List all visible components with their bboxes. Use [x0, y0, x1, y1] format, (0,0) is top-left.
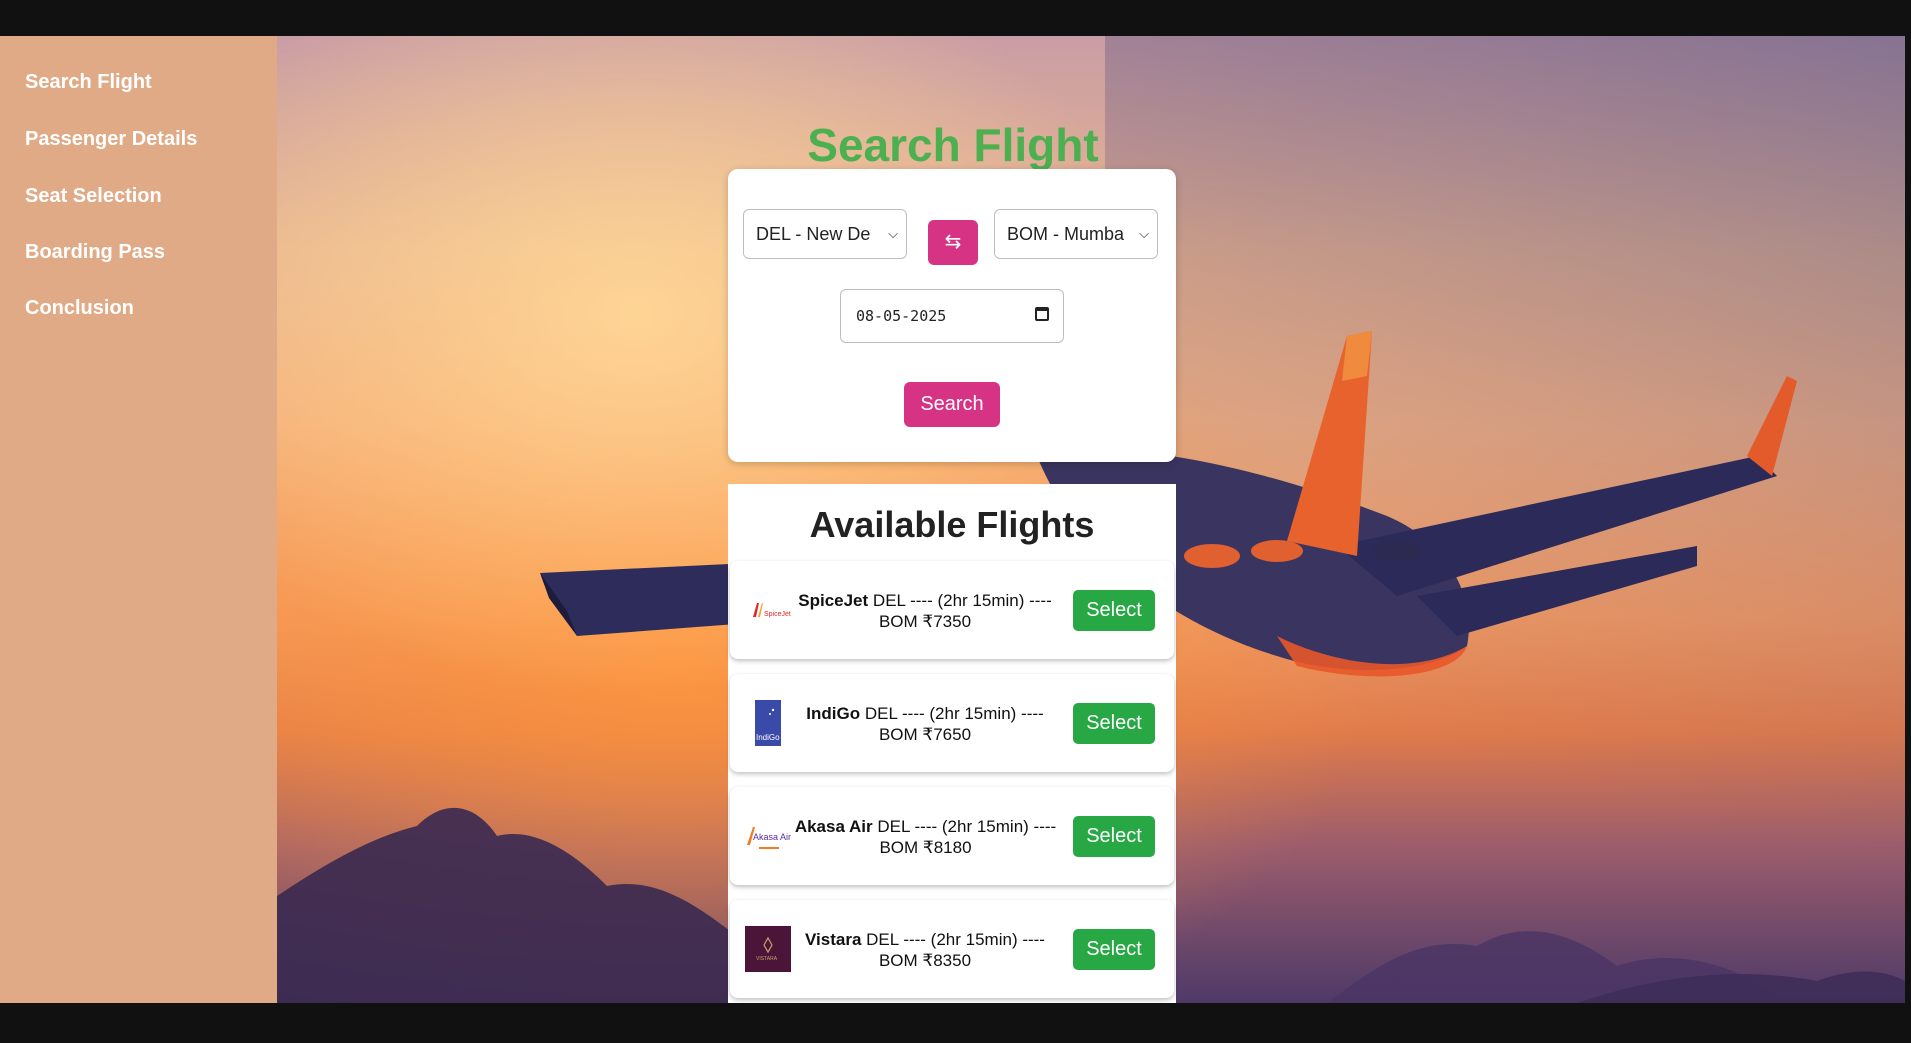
select-flight-button[interactable]: Select [1073, 703, 1155, 744]
flight-card-akasa-air: Akasa Air Akasa Air DEL ---- (2hr 15min)… [730, 787, 1174, 885]
airline-name: IndiGo [806, 704, 861, 723]
flight-route: DEL ---- (2hr 15min) ---- [877, 817, 1057, 836]
travel-date-value: 08-05-2025 [856, 307, 947, 325]
indigo-logo: IndiGo [755, 700, 781, 746]
chevron-down-icon: ⌵ [888, 226, 898, 241]
flight-destination: BOM [878, 951, 918, 970]
flight-card-spicejet: SpiceJet SpiceJet DEL ---- (2hr 15min) -… [730, 561, 1174, 659]
flight-price: ₹7650 [922, 725, 972, 744]
search-button[interactable]: Search [904, 382, 1000, 427]
calendar-icon[interactable] [1035, 307, 1049, 321]
sidebar-item-search-flight[interactable]: Search Flight [25, 71, 152, 94]
flight-price: ₹8180 [922, 838, 972, 857]
flight-info-vistara: Vistara DEL ---- (2hr 15min) ---- BOM ₹8… [790, 929, 1060, 971]
origin-select[interactable]: DEL - New De ⌵ [743, 209, 907, 259]
svg-text:IndiGo: IndiGo [756, 733, 780, 742]
flight-info-akasa-air: Akasa Air DEL ---- (2hr 15min) ---- BOM … [788, 816, 1063, 858]
flight-route: DEL ---- (2hr 15min) ---- [866, 930, 1045, 949]
destination-select[interactable]: BOM - Mumba ⌵ [994, 209, 1158, 259]
svg-text:SpiceJet: SpiceJet [764, 611, 791, 618]
flight-card-indigo: IndiGo IndiGo DEL ---- (2hr 15min) ---- … [730, 674, 1174, 772]
sidebar-item-passenger-details[interactable]: Passenger Details [25, 128, 197, 151]
flight-price: ₹8350 [922, 951, 972, 970]
destination-select-value: BOM - Mumba [1007, 224, 1125, 244]
available-flights-title: Available Flights [809, 504, 1095, 545]
flight-route: DEL ---- (2hr 15min) ---- [872, 591, 1052, 610]
sidebar: Search Flight Passenger Details Seat Sel… [0, 36, 277, 1003]
search-form-card: DEL - New De ⌵ ⇆ BOM - Mumba ⌵ 08-05-202… [728, 169, 1176, 462]
available-flights-panel: Available Flights SpiceJet SpiceJet DEL … [728, 484, 1176, 1003]
flight-destination: BOM [878, 612, 918, 631]
swap-icon: ⇆ [944, 231, 962, 253]
svg-text:VISTARA: VISTARA [756, 956, 778, 962]
vistara-logo: VISTARA [745, 926, 791, 972]
flight-destination: BOM [879, 838, 919, 857]
swap-airports-button[interactable]: ⇆ [928, 220, 978, 265]
flight-info-indigo: IndiGo DEL ---- (2hr 15min) ---- BOM ₹76… [790, 703, 1060, 745]
travel-date-input[interactable]: 08-05-2025 [840, 289, 1064, 343]
flight-price: ₹7350 [922, 612, 972, 631]
akasa-air-logo: Akasa Air [747, 827, 791, 849]
flight-destination: BOM [878, 725, 918, 744]
app-window: Search Flight Passenger Details Seat Sel… [0, 36, 1905, 1003]
airline-name: Vistara [805, 930, 862, 949]
select-flight-button[interactable]: Select [1073, 929, 1155, 970]
airline-name: SpiceJet [798, 591, 869, 610]
spicejet-logo: SpiceJet [753, 603, 791, 618]
sidebar-item-conclusion[interactable]: Conclusion [25, 297, 134, 320]
svg-text:Akasa Air: Akasa Air [753, 832, 791, 842]
origin-select-value: DEL - New De [756, 224, 871, 244]
select-flight-button[interactable]: Select [1073, 590, 1155, 631]
flight-info-spicejet: SpiceJet DEL ---- (2hr 15min) ---- BOM ₹… [790, 590, 1060, 632]
chevron-down-icon: ⌵ [1139, 226, 1149, 241]
sidebar-item-seat-selection[interactable]: Seat Selection [25, 185, 162, 208]
flight-route: DEL ---- (2hr 15min) ---- [864, 704, 1044, 723]
sidebar-item-boarding-pass[interactable]: Boarding Pass [25, 241, 165, 264]
airline-name: Akasa Air [794, 817, 873, 836]
select-flight-button[interactable]: Select [1073, 816, 1155, 857]
page-title: Search Flight [807, 119, 1099, 171]
flight-card-vistara: VISTARA Vistara DEL ---- (2hr 15min) ---… [730, 900, 1174, 998]
